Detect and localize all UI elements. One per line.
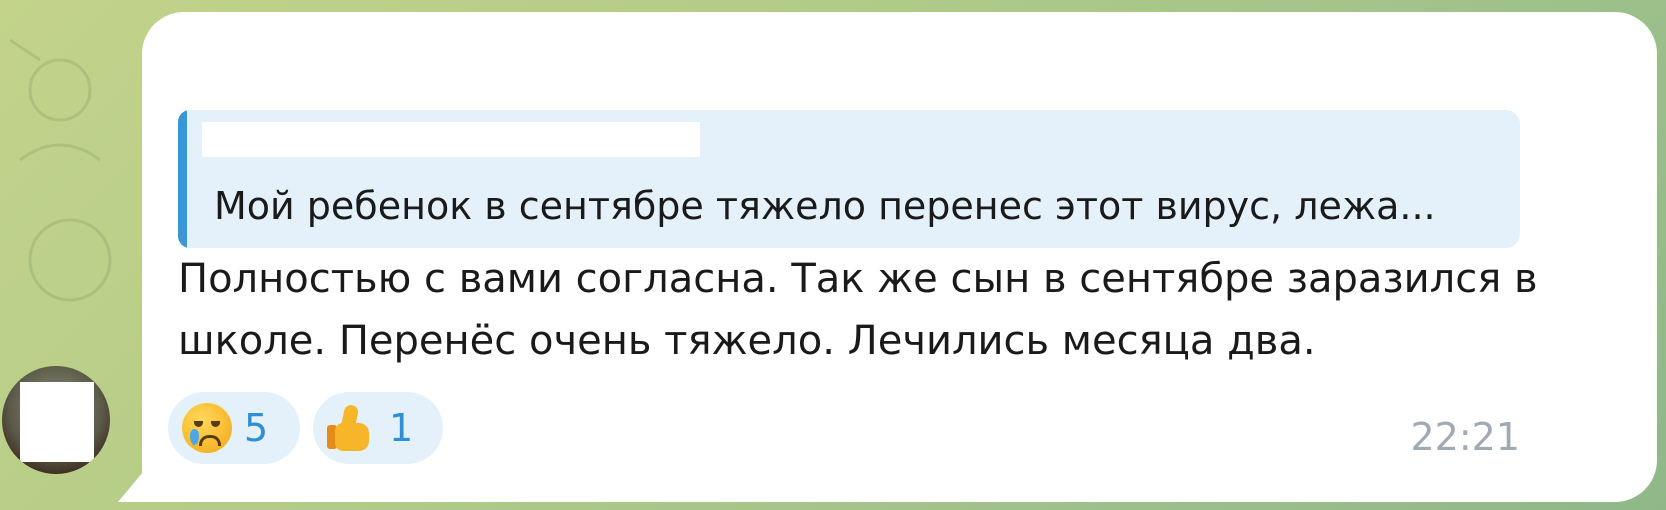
reaction-count: 1 — [389, 406, 414, 450]
sender-name[interactable] — [178, 46, 378, 88]
reply-author-redaction — [202, 122, 700, 157]
sender-avatar[interactable] — [2, 366, 110, 474]
thumbs-up-icon — [327, 403, 377, 453]
reaction-crying[interactable]: 5 — [168, 392, 300, 464]
avatar-redaction — [20, 382, 94, 462]
message-text: Полностью с вами согласна. Так же сын в … — [178, 256, 1538, 364]
reply-text: Мой ребенок в сентябре тяжело перенес эт… — [214, 184, 1436, 228]
reply-accent-bar — [178, 110, 187, 248]
message-timestamp: 22:21 — [1410, 415, 1520, 459]
reaction-thumbs-up[interactable]: 1 — [313, 392, 443, 464]
crying-face-icon — [182, 403, 232, 453]
reaction-count: 5 — [244, 406, 269, 450]
